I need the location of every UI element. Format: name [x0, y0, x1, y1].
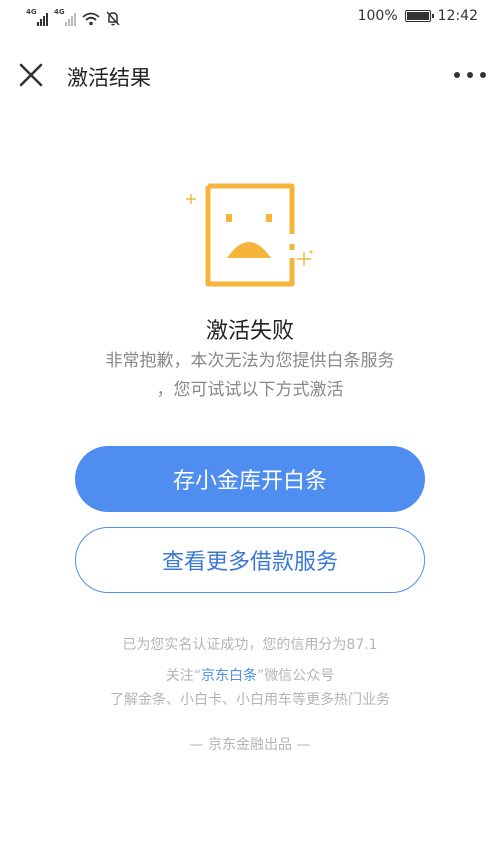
brand-footer: — 京东金融出品 — [189, 737, 311, 753]
result-title: 激活失败 [205, 319, 294, 344]
network-type-label-2: 4G [54, 8, 65, 16]
sad-face-icon [186, 183, 313, 287]
status-right: 100% 12:42 [358, 8, 478, 24]
signal-icon: 4G [26, 8, 48, 26]
network-type-label: 4G [26, 8, 37, 16]
mute-bell-icon [106, 11, 120, 26]
page-title: 激活结果 [67, 66, 151, 90]
wifi-icon [82, 12, 100, 26]
follow-wechat-text: 关注“京东白条”微信公众号 [165, 668, 335, 684]
more-icon [454, 72, 460, 78]
more-button[interactable] [454, 63, 486, 87]
result-desc-line1: 非常抱歉，本次无法为您提供白条服务 [105, 351, 395, 371]
status-left: 4G 4G [26, 8, 120, 26]
result-description: 非常抱歉，本次无法为您提供白条服务 ，您可试试以下方式激活 [0, 347, 500, 405]
result-desc-line2: ，您可试试以下方式激活 [156, 380, 344, 400]
battery-percent: 100% [357, 8, 398, 24]
clock: 12:42 [437, 8, 478, 24]
signal-icon-2: 4G [54, 8, 76, 26]
battery-icon [404, 10, 434, 22]
status-bar: 4G 4G 100% 12:42 [0, 0, 500, 36]
credit-score-text: 已为您实名认证成功，您的信用分为87.1 [122, 637, 378, 653]
close-button[interactable] [16, 60, 46, 90]
close-icon [19, 63, 43, 87]
learn-more-text: 了解金条、小白卡、小白用车等更多热门业务 [110, 692, 390, 708]
open-baitiao-button[interactable]: 存小金库开白条 [75, 446, 425, 512]
jd-baitiao-link[interactable]: 京东白条 [201, 668, 257, 684]
nav-header: 激活结果 [0, 50, 500, 100]
more-loan-services-button[interactable]: 查看更多借款服务 [75, 527, 425, 593]
